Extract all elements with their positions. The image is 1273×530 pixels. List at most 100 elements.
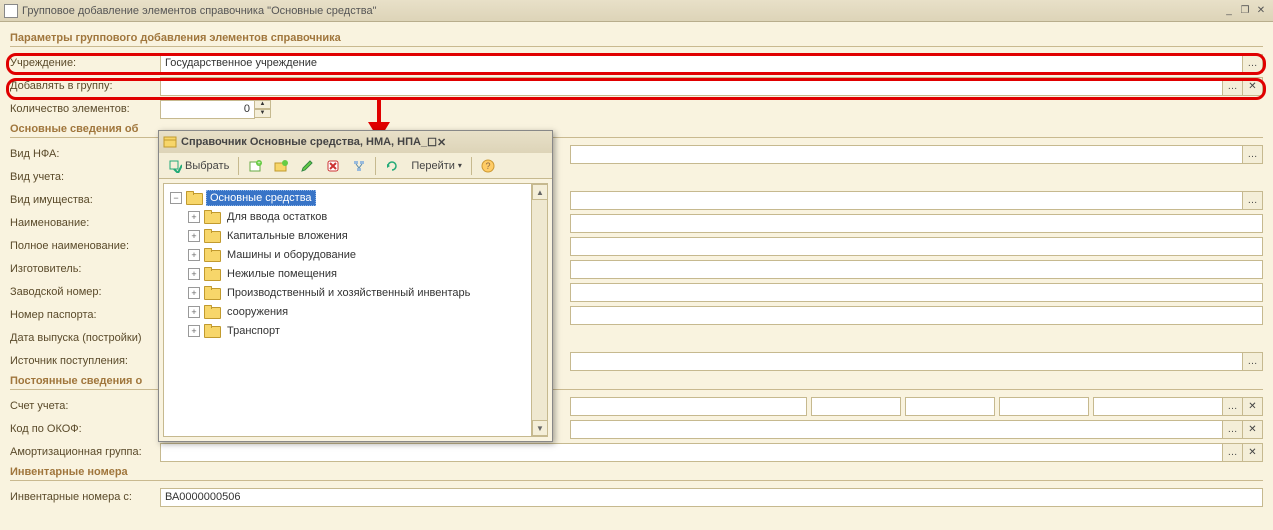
folder-icon	[204, 305, 220, 318]
tree-label: сооружения	[224, 305, 291, 319]
type-nfa-select-button[interactable]: …	[1243, 145, 1263, 164]
full-name-input[interactable]	[570, 237, 1263, 256]
svg-text:+: +	[258, 161, 262, 167]
type-property-input[interactable]	[570, 191, 1243, 210]
restore-button[interactable]: ❐	[1237, 4, 1253, 18]
expander-icon[interactable]: +	[188, 211, 200, 223]
hierarchy-button[interactable]	[347, 156, 371, 176]
expander-icon[interactable]: +	[188, 287, 200, 299]
tree-row[interactable]: + Для ввода остатков	[164, 207, 547, 226]
expander-icon[interactable]: +	[188, 268, 200, 280]
label-full-name: Полное наименование:	[10, 240, 160, 252]
count-input[interactable]: 0	[160, 100, 255, 119]
edit-button[interactable]	[295, 156, 319, 176]
expander-icon[interactable]: +	[188, 249, 200, 261]
amort-group-clear-button[interactable]: ✕	[1243, 443, 1263, 462]
scroll-down-button[interactable]: ▼	[532, 420, 548, 436]
label-account: Счет учета:	[10, 400, 160, 412]
manufacturer-input[interactable]	[570, 260, 1263, 279]
delete-button[interactable]	[321, 156, 345, 176]
factory-num-input[interactable]	[570, 283, 1263, 302]
folder-icon	[204, 229, 220, 242]
dialog-title-text: Справочник Основные средства, НМА, НПА	[181, 136, 421, 148]
vertical-scrollbar[interactable]: ▲ ▼	[531, 184, 547, 436]
section-inv-title: Инвентарные номера	[10, 466, 1263, 481]
add-button[interactable]: +	[243, 156, 267, 176]
scroll-up-button[interactable]: ▲	[532, 184, 548, 200]
tree-label: Для ввода остатков	[224, 210, 330, 224]
tree-row[interactable]: + Капитальные вложения	[164, 226, 547, 245]
label-group: Добавлять в группу:	[10, 80, 160, 92]
tree-label: Производственный и хозяйственный инвента…	[224, 286, 473, 300]
tree-label: Нежилые помещения	[224, 267, 340, 281]
tree-label: Капитальные вложения	[224, 229, 351, 243]
amort-group-input[interactable]	[160, 443, 1223, 462]
label-amort-group: Амортизационная группа:	[10, 446, 160, 458]
expander-icon[interactable]: −	[170, 192, 182, 204]
catalog-dialog: Справочник Основные средства, НМА, НПА _…	[158, 130, 553, 442]
group-input[interactable]	[160, 77, 1223, 96]
group-select-button[interactable]: …	[1223, 77, 1243, 96]
label-count: Количество элементов:	[10, 103, 160, 115]
select-button[interactable]: Выбрать	[163, 156, 234, 176]
label-source: Источник поступления:	[10, 355, 160, 367]
expander-icon[interactable]: +	[188, 306, 200, 318]
okof-input[interactable]	[570, 420, 1223, 439]
tree-area[interactable]: − Основные средства + Для ввода остатков + Ка…	[163, 183, 548, 437]
tree-row[interactable]: + Производственный и хозяйственный инвент…	[164, 283, 547, 302]
label-okof: Код по ОКОФ:	[10, 423, 160, 435]
dialog-toolbar: Выбрать + Перейти ▾ ?	[159, 153, 552, 179]
tree-label: Машины и оборудование	[224, 248, 359, 262]
source-select-button[interactable]: …	[1243, 352, 1263, 371]
org-input[interactable]: Государственное учреждение	[160, 54, 1243, 73]
count-down-button[interactable]: ▼	[255, 109, 271, 118]
passport-num-input[interactable]	[570, 306, 1263, 325]
account-clear-button[interactable]: ✕	[1243, 397, 1263, 416]
document-icon	[4, 4, 18, 18]
inv-from-input[interactable]: ВА0000000506	[160, 488, 1263, 507]
dialog-close-button[interactable]: ✕	[437, 136, 446, 149]
org-select-button[interactable]: …	[1243, 54, 1263, 73]
add-group-button[interactable]	[269, 156, 293, 176]
dialog-maximize-button[interactable]: ☐	[427, 136, 437, 149]
folder-icon	[204, 286, 220, 299]
tree-row[interactable]: − Основные средства	[164, 188, 547, 207]
label-org: Учреждение:	[10, 57, 160, 69]
tree-label: Транспорт	[224, 324, 283, 338]
okof-select-button[interactable]: …	[1223, 420, 1243, 439]
minimize-button[interactable]: _	[1221, 4, 1237, 18]
account-input-3[interactable]	[905, 397, 995, 416]
source-input[interactable]	[570, 352, 1243, 371]
label-inv-from: Инвентарные номера с:	[10, 491, 160, 503]
label-type-property: Вид имущества:	[10, 194, 160, 206]
tree-row[interactable]: + Транспорт	[164, 321, 547, 340]
account-input-1[interactable]	[570, 397, 807, 416]
expander-icon[interactable]: +	[188, 230, 200, 242]
goto-button[interactable]: Перейти ▾	[406, 156, 467, 176]
main-titlebar: Групповое добавление элементов справочни…	[0, 0, 1273, 22]
expander-icon[interactable]: +	[188, 325, 200, 337]
close-button[interactable]: ✕	[1253, 4, 1269, 18]
okof-clear-button[interactable]: ✕	[1243, 420, 1263, 439]
name-input[interactable]	[570, 214, 1263, 233]
amort-group-select-button[interactable]: …	[1223, 443, 1243, 462]
folder-icon	[186, 191, 202, 204]
type-property-select-button[interactable]: …	[1243, 191, 1263, 210]
help-button[interactable]: ?	[476, 156, 500, 176]
tree-label: Основные средства	[206, 190, 316, 206]
group-clear-button[interactable]: ✕	[1243, 77, 1263, 96]
count-up-button[interactable]: ▲	[255, 100, 271, 109]
tree-row[interactable]: + Нежилые помещения	[164, 264, 547, 283]
tree-row[interactable]: + Машины и оборудование	[164, 245, 547, 264]
account-select-button[interactable]: …	[1223, 397, 1243, 416]
refresh-button[interactable]	[380, 156, 404, 176]
tree-row[interactable]: + сооружения	[164, 302, 547, 321]
account-input-2[interactable]	[811, 397, 901, 416]
account-input-5[interactable]	[1093, 397, 1223, 416]
catalog-icon	[163, 135, 177, 149]
select-icon	[168, 159, 182, 173]
account-input-4[interactable]	[999, 397, 1089, 416]
label-date-build: Дата выпуска (постройки)	[10, 332, 160, 344]
type-nfa-input[interactable]	[570, 145, 1243, 164]
section-params-title: Параметры группового добавления элементо…	[10, 32, 1263, 47]
